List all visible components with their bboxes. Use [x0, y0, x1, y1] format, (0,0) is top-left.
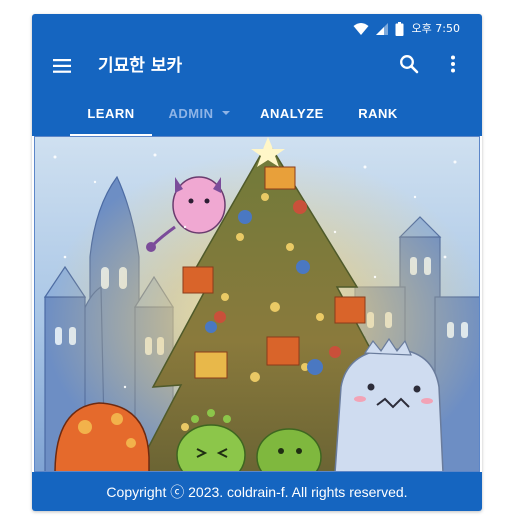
copyright-text: Copyright ⓒ 2023. coldrain-f. All rights… — [106, 483, 408, 500]
menu-icon[interactable] — [52, 55, 74, 77]
app-window: 오후 7:50 기묘한 보카 LEARN ADMIN ANALYZE RANK … — [32, 14, 482, 511]
more-vert-icon[interactable] — [442, 53, 464, 75]
status-icons: 오후 7:50 — [353, 21, 460, 37]
hero-illustration — [34, 136, 480, 472]
tab-rank-label: RANK — [358, 105, 398, 121]
signal-icon — [375, 23, 388, 35]
tab-bar: LEARN ADMIN ANALYZE RANK — [32, 90, 482, 136]
tab-admin[interactable]: ADMIN — [156, 90, 242, 136]
tab-analyze[interactable]: ANALYZE — [246, 90, 338, 136]
app-title: 기묘한 보카 — [98, 56, 183, 76]
app-bar: 기묘한 보카 — [32, 44, 482, 90]
tab-learn-label: LEARN — [87, 105, 135, 121]
battery-icon — [395, 22, 404, 36]
tab-rank[interactable]: RANK — [344, 90, 412, 136]
christmas-tree-illustration — [35, 137, 479, 471]
wifi-icon — [353, 23, 369, 35]
status-time: 오후 7:50 — [411, 22, 460, 35]
footer: Copyright ⓒ 2023. coldrain-f. All rights… — [32, 472, 482, 511]
tab-learn[interactable]: LEARN — [70, 90, 152, 136]
status-bar: 오후 7:50 — [32, 14, 482, 44]
tab-admin-label: ADMIN — [168, 105, 214, 121]
search-icon[interactable] — [398, 53, 420, 75]
tab-analyze-label: ANALYZE — [260, 105, 324, 121]
caret-down-icon — [221, 111, 230, 115]
